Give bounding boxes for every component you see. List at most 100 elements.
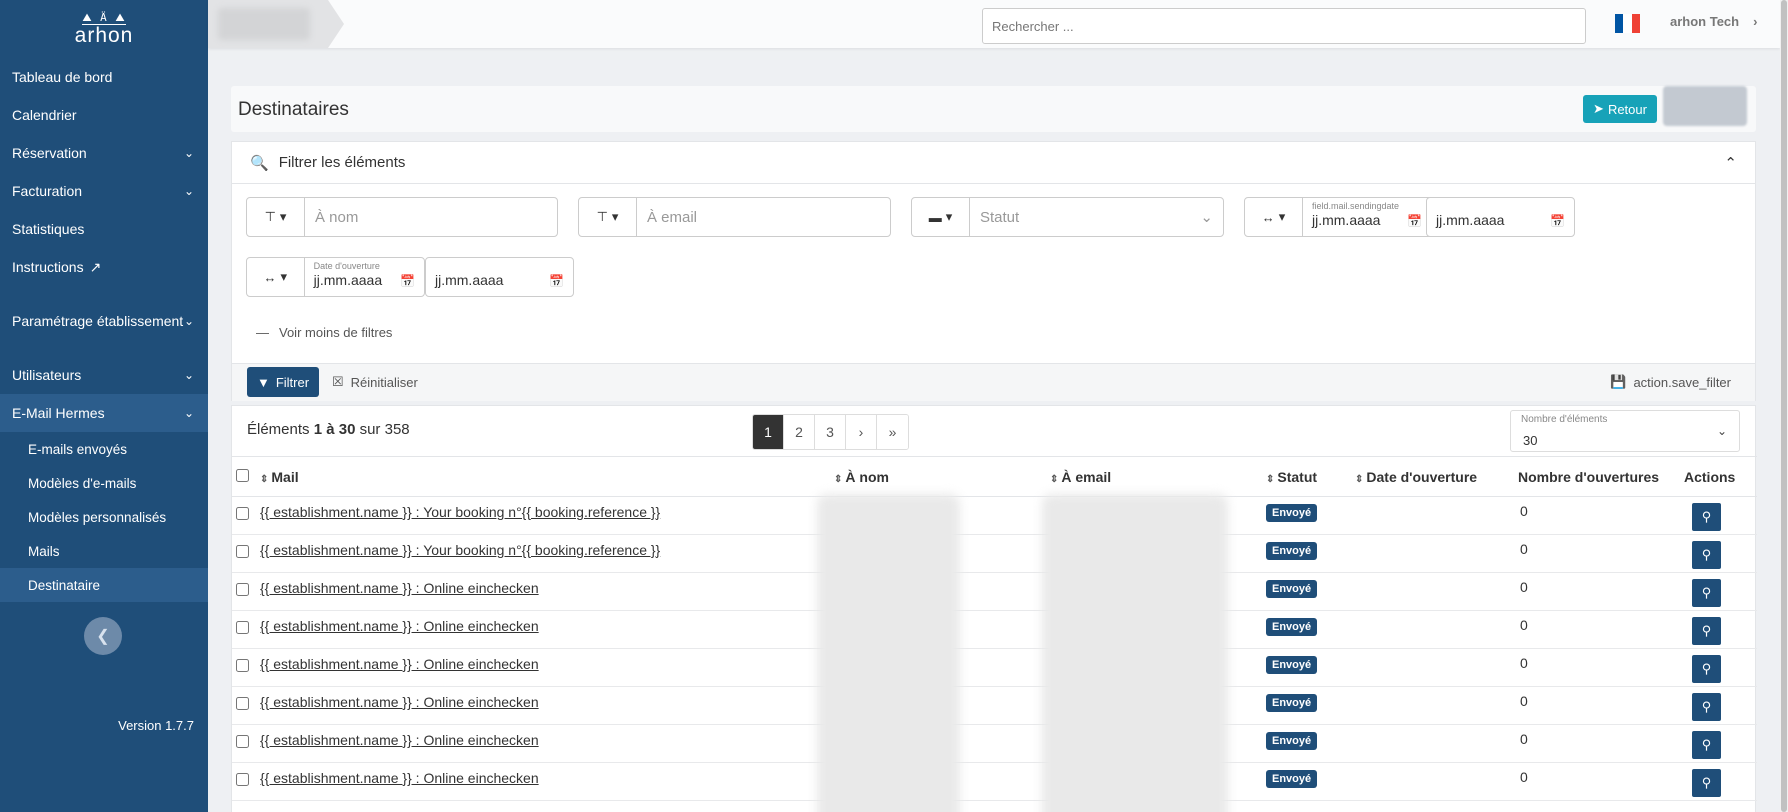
show-less-filters[interactable]: — Voir moins de filtres [256, 325, 392, 340]
last-page-icon[interactable]: » [877, 415, 908, 449]
user-menu[interactable]: arhon Tech › [1670, 14, 1757, 29]
french-flag-icon[interactable] [1615, 14, 1640, 33]
filter-button-label: Filtrer [275, 374, 310, 390]
sidebar-item-8[interactable]: E-Mail Hermes ⌄ [0, 394, 208, 432]
col-statut[interactable]: ⇕ Statut [1266, 456, 1355, 497]
save-filter-button[interactable]: 💾 action.save_filter [1610, 374, 1731, 390]
status-badge: Envoyé [1266, 542, 1318, 560]
sidebar-item-0[interactable]: Tableau de bord [0, 58, 208, 96]
calendar-icon[interactable]: 📅 [400, 274, 415, 288]
topbar: arhon Tech › [208, 0, 1780, 48]
mail-link[interactable]: {{ establishment.name }} : Online einche… [260, 580, 539, 596]
sidebar-item-label: Paramétrage établissement [12, 313, 184, 329]
open-date-operator-dropdown[interactable]: ↔ ▾ [247, 258, 305, 296]
redacted-name-column [817, 494, 960, 812]
mail-link[interactable]: {{ establishment.name }} : Online einche… [260, 732, 539, 748]
logo-mark: ⛰ Ä ⛰ [82, 10, 126, 25]
sidebar-item-1[interactable]: Calendrier [0, 96, 208, 134]
view-details-button[interactable]: ⚲ [1692, 655, 1721, 683]
page-1[interactable]: 1 [753, 415, 784, 449]
select-all-checkbox[interactable] [236, 468, 249, 482]
sidebar-item-3[interactable]: Facturation ⌄ [0, 172, 208, 210]
email-operator-dropdown[interactable]: ⊤ ▾ [579, 198, 637, 236]
col-date-ouverture[interactable]: ⇕ Date d'ouverture [1355, 456, 1518, 497]
chevron-down-icon: ⌄ [183, 184, 194, 198]
chevron-up-icon[interactable]: ⌃ [1724, 154, 1737, 172]
reset-button-label: Réinitialiser [350, 374, 418, 390]
nom-input[interactable] [305, 198, 557, 236]
row-checkbox[interactable] [236, 583, 249, 596]
mail-link[interactable]: {{ establishment.name }} : Your booking … [260, 504, 660, 520]
statut-operator-dropdown[interactable]: ▬ ▾ [912, 198, 970, 236]
sidebar-item-2[interactable]: Réservation ⌄ [0, 134, 208, 172]
logo[interactable]: ⛰ Ä ⛰ arhon [0, 0, 208, 58]
row-checkbox[interactable] [236, 507, 249, 520]
status-badge: Envoyé [1266, 694, 1318, 712]
date-ouverture-cell [1355, 724, 1518, 763]
row-checkbox[interactable] [236, 697, 249, 710]
row-checkbox[interactable] [236, 545, 249, 558]
blurred-button[interactable] [1663, 86, 1747, 126]
row-checkbox[interactable] [236, 659, 249, 672]
per-page-select[interactable]: Nombre d'éléments 30 ⌄ [1510, 410, 1740, 452]
filter-button[interactable]: ▼ Filtrer [247, 367, 319, 397]
view-details-button[interactable]: ⚲ [1692, 731, 1721, 759]
view-details-button[interactable]: ⚲ [1692, 579, 1721, 607]
sidebar-nav: Tableau de bord Calendrier Réservation ⌄ Fac… [0, 58, 208, 602]
open-date-from[interactable]: Date d'ouverture jj.mm.aaaa 📅 [305, 258, 424, 296]
col-email[interactable]: ⇕ À email [1050, 456, 1266, 497]
nom-operator-dropdown[interactable]: ⊤ ▾ [247, 198, 305, 236]
count-range: 1 à 30 [313, 421, 356, 438]
page-3[interactable]: 3 [815, 415, 846, 449]
page-2[interactable]: 2 [784, 415, 815, 449]
open-date-to[interactable]: jj.mm.aaaa 📅 [426, 258, 573, 296]
sidebar-item-4[interactable]: Statistiques [0, 210, 208, 248]
reset-button[interactable]: ☒ Réinitialiser [332, 374, 418, 390]
mail-link[interactable]: {{ establishment.name }} : Online einche… [260, 694, 539, 710]
mail-link[interactable]: {{ establishment.name }} : Online einche… [260, 656, 539, 672]
row-checkbox[interactable] [236, 773, 249, 786]
mail-link[interactable]: {{ establishment.name }} : Online einche… [260, 770, 539, 786]
statut-select[interactable]: Statut ⌄ [970, 198, 1223, 236]
next-page-icon[interactable]: › [846, 415, 877, 449]
calendar-icon[interactable]: 📅 [1407, 214, 1422, 228]
back-button[interactable]: ➤ Retour [1583, 95, 1657, 123]
sidebar-item-6[interactable]: Paramétrage établissement ⌄ [0, 302, 208, 340]
row-checkbox[interactable] [236, 735, 249, 748]
mail-link[interactable]: {{ establishment.name }} : Your booking … [260, 542, 660, 558]
mail-link[interactable]: {{ establishment.name }} : Online einche… [260, 618, 539, 634]
calendar-icon[interactable]: 📅 [1550, 214, 1565, 228]
view-details-button[interactable]: ⚲ [1692, 617, 1721, 645]
view-details-button[interactable]: ⚲ [1692, 693, 1721, 721]
search-input[interactable] [982, 8, 1586, 44]
sidebar-item-7[interactable]: Utilisateurs ⌄ [0, 356, 208, 394]
sending-date-to[interactable]: jj.mm.aaaa 📅 [1427, 198, 1574, 236]
sidebar-subitem-2[interactable]: Modèles personnalisés [0, 500, 208, 534]
sort-icon: ⇕ [834, 473, 843, 485]
view-details-button[interactable]: ⚲ [1692, 541, 1721, 569]
sending-date-from[interactable]: field.mail.sendingdate jj.mm.aaaa 📅 [1303, 198, 1431, 236]
scrollbar-thumb[interactable] [1781, 0, 1787, 812]
sidebar-item-5[interactable]: Instructions ↗ [0, 248, 208, 286]
filter-header[interactable]: 🔍 Filtrer les éléments ⌃ [232, 142, 1755, 184]
email-input[interactable] [637, 198, 890, 236]
status-badge: Envoyé [1266, 656, 1318, 674]
page-scrollbar[interactable] [1780, 0, 1788, 812]
view-details-button[interactable]: ⚲ [1692, 503, 1721, 531]
sidebar-subitem-3[interactable]: Mails [0, 534, 208, 568]
sidebar-subitem-4[interactable]: Destinataire [0, 568, 208, 602]
user-name: arhon Tech [1670, 14, 1740, 29]
sidebar-collapse-button[interactable]: ❮ [84, 617, 122, 655]
sidebar-subitem-1[interactable]: Modèles d'e-mails [0, 466, 208, 500]
floppy-disk-icon: 💾 [1610, 374, 1627, 389]
chevron-down-icon: ⌄ [183, 368, 194, 382]
col-mail[interactable]: ⇕ Mail [260, 456, 834, 497]
col-nom[interactable]: ⇕ À nom [834, 456, 1050, 497]
breadcrumb[interactable] [208, 0, 344, 48]
sidebar-subitem-0[interactable]: E-mails envoyés [0, 432, 208, 466]
row-checkbox[interactable] [236, 621, 249, 634]
date-ouverture-cell [1355, 496, 1518, 535]
calendar-icon[interactable]: 📅 [549, 274, 564, 288]
view-details-button[interactable]: ⚲ [1692, 769, 1721, 797]
sending-date-operator-dropdown[interactable]: ↔ ▾ [1245, 198, 1303, 236]
